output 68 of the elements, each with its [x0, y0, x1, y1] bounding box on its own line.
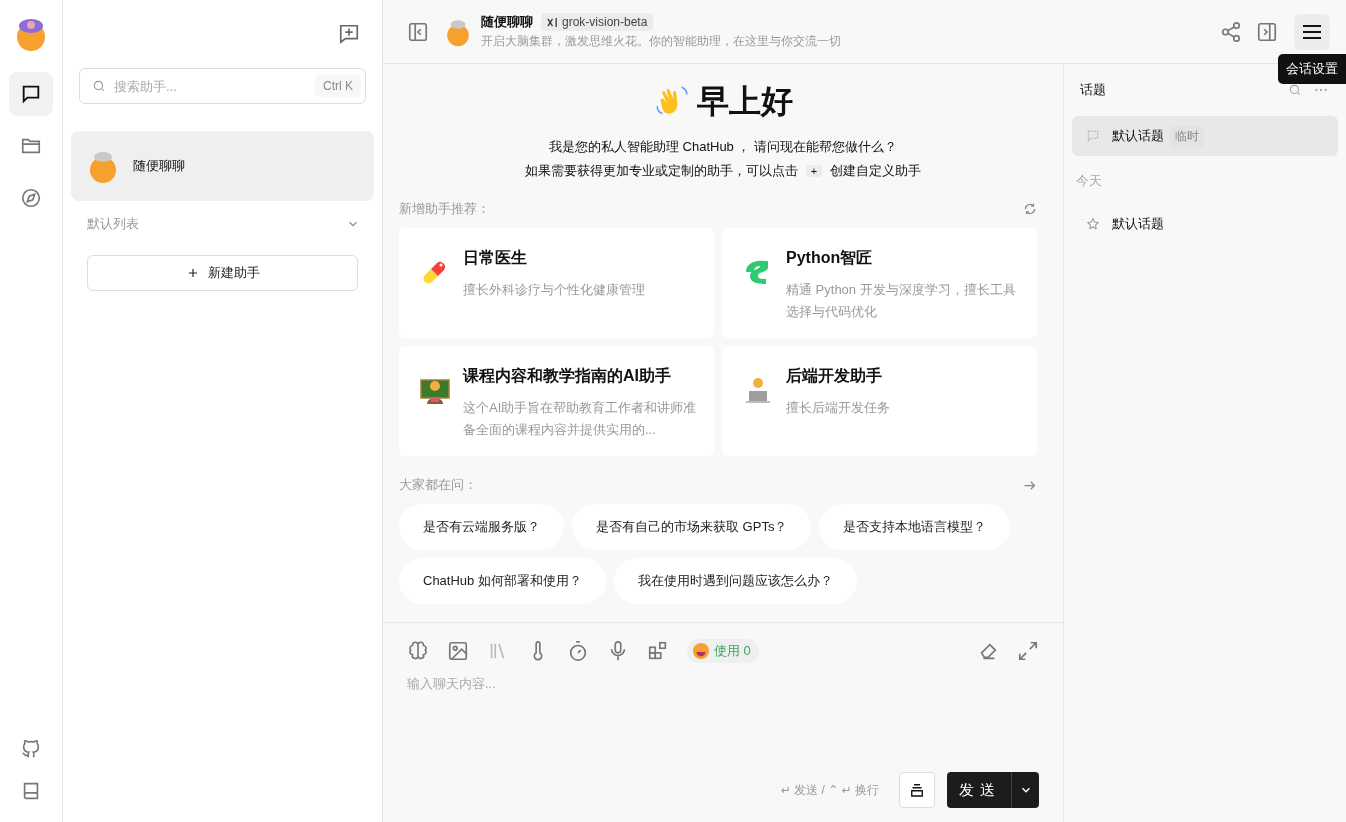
blocks-icon[interactable] [647, 640, 669, 662]
message-input[interactable]: 输入聊天内容... [407, 675, 1039, 772]
new-assistant-button[interactable]: 新建助手 [87, 255, 358, 291]
model-tag[interactable]: grok-vision-beta [541, 13, 654, 31]
topic-name: 默认话题 [1112, 215, 1164, 233]
question-chip[interactable]: ChatHub 如何部署和使用？ [399, 558, 606, 604]
section-title: 大家都在问： [399, 476, 477, 494]
search-icon[interactable] [1288, 83, 1302, 97]
chat-nav-button[interactable] [9, 72, 53, 116]
assistant-card[interactable]: 后端开发助手 擅长后端开发任务 [722, 346, 1037, 456]
shortcut-badge: Ctrl K [315, 75, 361, 97]
card-description: 这个AI助手旨在帮助教育工作者和讲师准备全面的课程内容并提供实用的... [463, 399, 698, 439]
chat-icon [20, 83, 42, 105]
section-label: 今天 [1075, 172, 1103, 190]
card-description: 擅长后端开发任务 [786, 399, 890, 417]
assistant-card[interactable]: Python智匠 精通 Python 开发与深度学习，擅长工具选择与代码优化 [722, 228, 1037, 338]
topic-tag: 临时 [1170, 125, 1204, 147]
intro-text: 如果需要获得更加专业或定制的助手，可以点击 [524, 162, 798, 180]
search-icon [92, 79, 106, 93]
assistant-card[interactable]: 课程内容和教学指南的AI助手 这个AI助手旨在帮助教育工作者和讲师准备全面的课程内容并提供实用的... [399, 346, 714, 456]
card-title: 后端开发助手 [786, 366, 883, 386]
intro-text: 我是您的私人智能助理 ChatHub ， 请问现在能帮您做什么？ [547, 138, 899, 156]
assistant-name: 随便聊聊 [133, 157, 185, 175]
assistant-card[interactable]: 日常医生 擅长外科诊疗与个性化健康管理 [399, 228, 714, 338]
intro-text: 创建自定义助手 [830, 162, 922, 180]
topic-item[interactable]: 默认话题 [1072, 204, 1338, 244]
panel-toggle-icon[interactable] [1256, 20, 1278, 43]
greeting-title: 早上好 [697, 82, 793, 121]
chat-description: 开启大脑集群，激发思维火花。你的智能助理，在这里与你交流一切 [481, 33, 841, 50]
question-chip[interactable]: 我在使用时遇到问题应该怎么办？ [613, 558, 857, 604]
question-chip[interactable]: 是否有云端服务版？ [399, 504, 564, 550]
share-icon[interactable] [1220, 20, 1242, 43]
panel-title: 话题 [1080, 81, 1106, 99]
group-label: 默认列表 [87, 215, 139, 233]
clipboard-button[interactable] [899, 772, 935, 808]
tooltip: 会话设置 [1278, 54, 1346, 84]
card-title: 日常医生 [463, 248, 528, 268]
shortcut-hint: ↵ 发送 / ⌃ ↵ 换行 [780, 781, 879, 799]
refresh-icon[interactable] [1023, 202, 1037, 216]
github-icon[interactable] [20, 738, 42, 760]
card-title: Python智匠 [786, 248, 874, 268]
question-chip[interactable]: 是否有自己的市场来获取 GPTs？ [572, 504, 812, 550]
expand-icon[interactable] [1017, 640, 1039, 662]
brain-icon[interactable] [407, 640, 429, 662]
sidebar-toggle-icon[interactable] [407, 20, 429, 43]
search-input[interactable]: 搜索助手... [112, 77, 309, 95]
send-button[interactable]: 发送 [947, 772, 1011, 808]
model-icon [547, 16, 558, 28]
chat-bubble-icon [1086, 129, 1100, 143]
star-icon [1086, 217, 1100, 231]
menu-button[interactable] [1294, 13, 1330, 50]
chat-title: 随便聊聊 [481, 13, 533, 31]
assistant-item[interactable]: 随便聊聊 [71, 131, 374, 201]
plus-key: + [805, 165, 823, 177]
timer-icon[interactable] [567, 640, 589, 662]
topic-name: 默认话题 [1112, 127, 1164, 145]
more-icon[interactable] [1314, 87, 1328, 93]
card-description: 精通 Python 开发与深度学习，擅长工具选择与代码优化 [786, 281, 1017, 321]
question-chip[interactable]: 是否支持本地语言模型？ [819, 504, 1011, 550]
clipboard-icon [908, 781, 926, 799]
card-title: 课程内容和教学指南的AI助手 [463, 366, 672, 386]
section-title: 新增助手推荐： [399, 200, 490, 218]
topic-item[interactable]: 默认话题 临时 [1072, 116, 1338, 156]
new-chat-icon[interactable] [338, 23, 360, 45]
compass-icon [20, 187, 42, 209]
image-icon[interactable] [447, 640, 469, 662]
card-description: 擅长外科诊疗与个性化健康管理 [463, 281, 645, 299]
send-options-button[interactable] [1011, 772, 1039, 808]
